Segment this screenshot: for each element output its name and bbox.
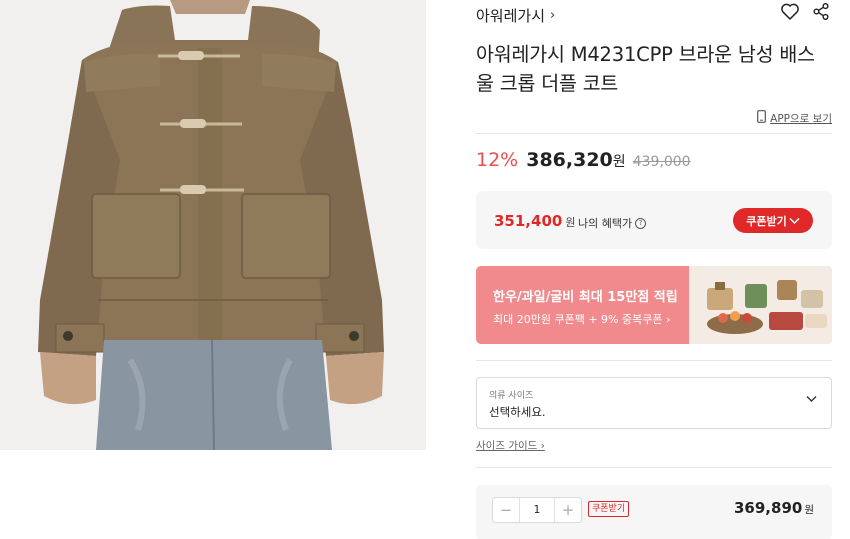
brand-name[interactable]: 아워레가시 — [476, 5, 545, 26]
currency-unit: 원 — [804, 504, 814, 516]
size-select[interactable]: 의류 사이즈 선택하세요. — [476, 377, 832, 429]
gift-set-illustration — [689, 266, 832, 344]
top-actions — [780, 2, 830, 25]
share-icon[interactable] — [812, 2, 830, 25]
total-price: 369,890 원 — [734, 499, 814, 517]
currency-unit: 원 — [565, 216, 576, 229]
quantity-value[interactable]: 1 — [519, 498, 555, 522]
phone-icon — [757, 110, 767, 126]
size-select-value: 선택하세요. — [489, 405, 546, 419]
benefit-price-box: 351,400 원 나의 혜택가 ? 쿠폰받기 — [476, 191, 832, 249]
size-guide-link[interactable]: 사이즈 가이드 › — [476, 438, 545, 453]
price-row: 12% 386,320원 439,000 — [476, 149, 691, 171]
info-icon[interactable]: ? — [635, 217, 647, 229]
product-photo — [0, 0, 426, 450]
coupon-download-button[interactable]: 쿠폰받기 — [733, 208, 813, 233]
increase-button[interactable]: + — [555, 498, 581, 522]
chevron-right-icon: › — [550, 7, 556, 23]
banner-subtitle: 최대 20만원 쿠폰팩 + 9% 중복쿠폰 › — [493, 313, 671, 326]
size-select-label: 의류 사이즈 — [489, 391, 534, 401]
app-view-label: APP으로 보기 — [770, 112, 832, 125]
promo-banner[interactable]: 한우/과일/굴비 최대 15만점 적립 최대 20만원 쿠폰팩 + 9% 중복쿠… — [476, 266, 832, 344]
benefit-price-value: 351,400 — [494, 212, 563, 230]
heart-icon[interactable] — [780, 2, 800, 25]
benefit-label-text: 나의 혜택가 — [578, 217, 633, 230]
product-title: 아워레가시 M4231CPP 브라운 남성 배스 울 크롭 더플 코트 — [476, 43, 815, 95]
decrease-button[interactable]: − — [493, 498, 519, 522]
product-image[interactable] — [0, 0, 426, 450]
sale-price: 386,320원 — [526, 149, 625, 171]
original-price: 439,000 — [632, 154, 691, 170]
benefit-label[interactable]: 나의 혜택가 ? — [578, 215, 647, 231]
chevron-down-icon — [806, 396, 817, 402]
product-info: 아워레가시 › 아워레가시 M4231CPP 브라운 남성 배스 울 크롭 더플… — [476, 0, 832, 539]
banner-title: 한우/과일/굴비 최대 15만점 적립 — [493, 290, 678, 305]
order-summary: − 1 + 쿠폰받기 369,890 원 — [476, 485, 832, 539]
coupon-tag[interactable]: 쿠폰받기 — [588, 501, 630, 517]
coupon-button-label: 쿠폰받기 — [746, 214, 787, 228]
discount-rate: 12% — [476, 149, 519, 171]
brand-link[interactable]: 아워레가시 › — [476, 5, 555, 25]
divider — [476, 360, 832, 361]
divider — [476, 133, 832, 134]
total-price-value: 369,890 — [734, 499, 803, 517]
app-view-link[interactable]: APP으로 보기 — [757, 110, 832, 126]
divider — [476, 467, 832, 468]
quantity-stepper[interactable]: − 1 + — [492, 497, 582, 523]
currency-unit: 원 — [612, 154, 626, 170]
chevron-down-icon — [789, 217, 800, 224]
benefit-price: 351,400 원 — [494, 212, 575, 230]
sale-price-value: 386,320 — [526, 149, 613, 171]
